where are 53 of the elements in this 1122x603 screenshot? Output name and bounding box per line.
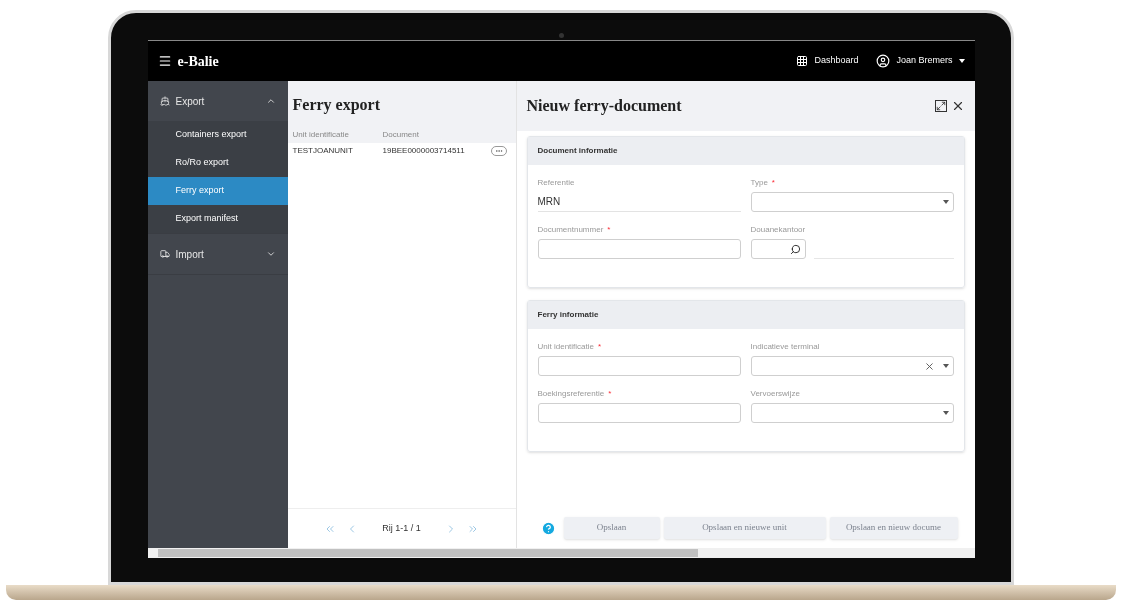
chevron-down-icon: [265, 249, 276, 259]
caret-icon: [942, 200, 949, 204]
column-header: Unit identificatie: [292, 129, 350, 141]
field-label: Douanekantoor: [750, 224, 806, 236]
sidebar-group[interactable]: Export: [147, 81, 288, 121]
pager-text: Rij 1-1 / 1: [382, 521, 421, 535]
ship-icon: [159, 96, 170, 106]
page-title: Ferry export: [292, 95, 381, 116]
field-label: Vervoerswijze: [750, 388, 800, 400]
search-icon: [789, 243, 801, 255]
caret-icon: [942, 364, 949, 368]
section-title: Document informatie: [527, 137, 964, 165]
input-field[interactable]: [537, 356, 741, 376]
sidebar-group[interactable]: Import: [147, 234, 288, 274]
select-field[interactable]: [750, 403, 954, 423]
clear-icon[interactable]: [923, 360, 935, 372]
field-label: Boekingsreferentie: [537, 388, 605, 400]
required-mark: *: [598, 341, 602, 353]
sidebar-item[interactable]: Ferry export: [147, 177, 288, 205]
select-field[interactable]: [750, 356, 954, 376]
dashboard-link[interactable]: Dashboard: [814, 54, 859, 68]
user-menu[interactable]: Joan Bremers: [896, 54, 953, 68]
field-label: Unit identificatie: [537, 341, 594, 353]
input-field[interactable]: [537, 403, 741, 423]
sidebar-item[interactable]: Export manifest: [147, 205, 288, 233]
field-label: Type: [750, 177, 768, 189]
required-mark: *: [608, 388, 612, 400]
caret-icon: [942, 411, 949, 415]
menu-icon[interactable]: [157, 54, 172, 68]
chevron-up-icon: [265, 96, 276, 106]
user-icon[interactable]: [876, 54, 891, 68]
required-mark: *: [607, 224, 611, 236]
grid-icon[interactable]: [796, 55, 809, 67]
input-field[interactable]: [537, 239, 741, 259]
reference-field: MRN: [537, 192, 741, 212]
field-label: Documentnummer: [537, 224, 604, 236]
select-field[interactable]: [750, 192, 954, 212]
table-cell-text: 19BEE0000003714511: [382, 145, 466, 157]
field-label: Referentie: [537, 177, 575, 189]
search-field[interactable]: [750, 239, 806, 259]
caret-icon: [958, 59, 965, 63]
truck-icon: [159, 249, 170, 259]
form-title: Nieuw ferry-document: [526, 96, 683, 117]
app-title: e-Balie: [177, 52, 219, 71]
field-label: Indicatieve terminal: [750, 341, 820, 353]
section-title: Ferry informatie: [527, 301, 964, 329]
expand-icon[interactable]: [934, 100, 947, 112]
required-mark: *: [771, 177, 775, 189]
sidebar-item[interactable]: Ro/Ro export: [147, 149, 288, 177]
column-header: Document: [382, 129, 419, 141]
table-cell-text: TESTJOANUNIT: [292, 145, 354, 157]
help-icon[interactable]: [540, 520, 556, 536]
sidebar-item[interactable]: Containers export: [147, 121, 288, 149]
